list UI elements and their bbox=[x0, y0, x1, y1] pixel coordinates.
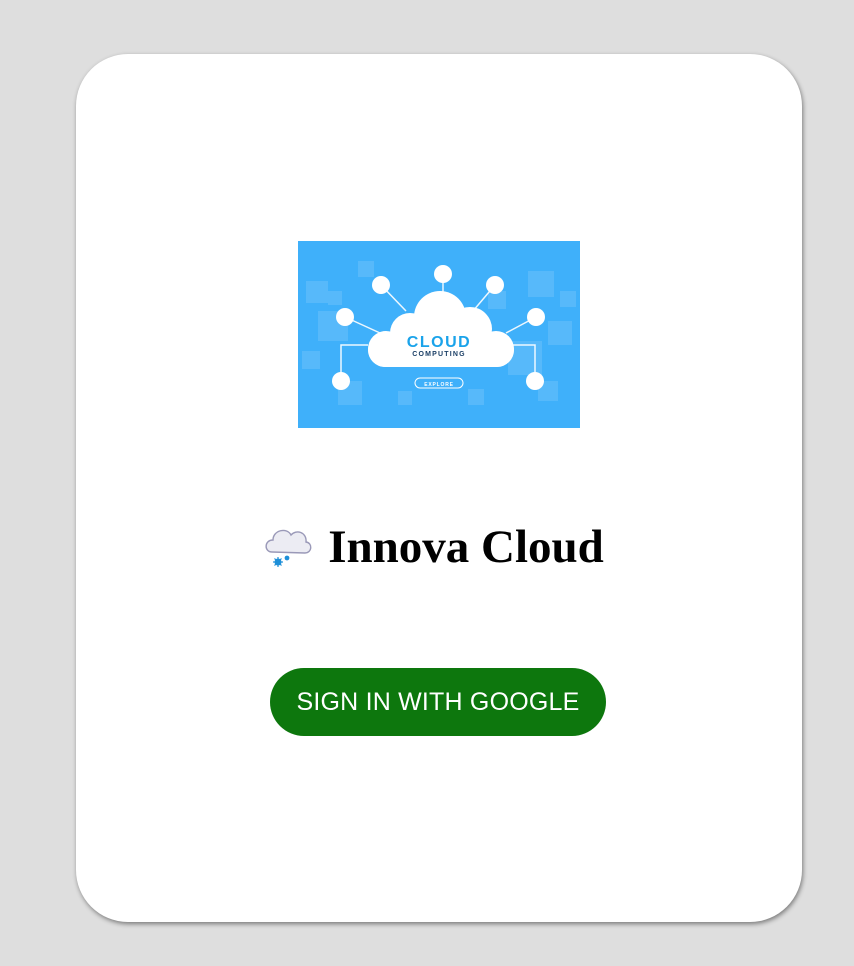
brand-header: Innova Cloud bbox=[76, 516, 802, 578]
login-card: CLOUD COMPUTING EXPLORE Innova Cloud SIG… bbox=[76, 54, 802, 922]
cloud-computing-banner-image: CLOUD COMPUTING EXPLORE bbox=[298, 241, 580, 428]
sign-in-with-google-button[interactable]: SIGN IN WITH GOOGLE bbox=[270, 668, 606, 736]
hero-title-line2: COMPUTING bbox=[412, 351, 466, 358]
hero-title-line1: CLOUD bbox=[407, 334, 471, 351]
cloud-with-snow-icon bbox=[260, 520, 314, 574]
app-title: Innova Cloud bbox=[328, 520, 604, 573]
hero-explore-label: EXPLORE bbox=[424, 382, 454, 388]
